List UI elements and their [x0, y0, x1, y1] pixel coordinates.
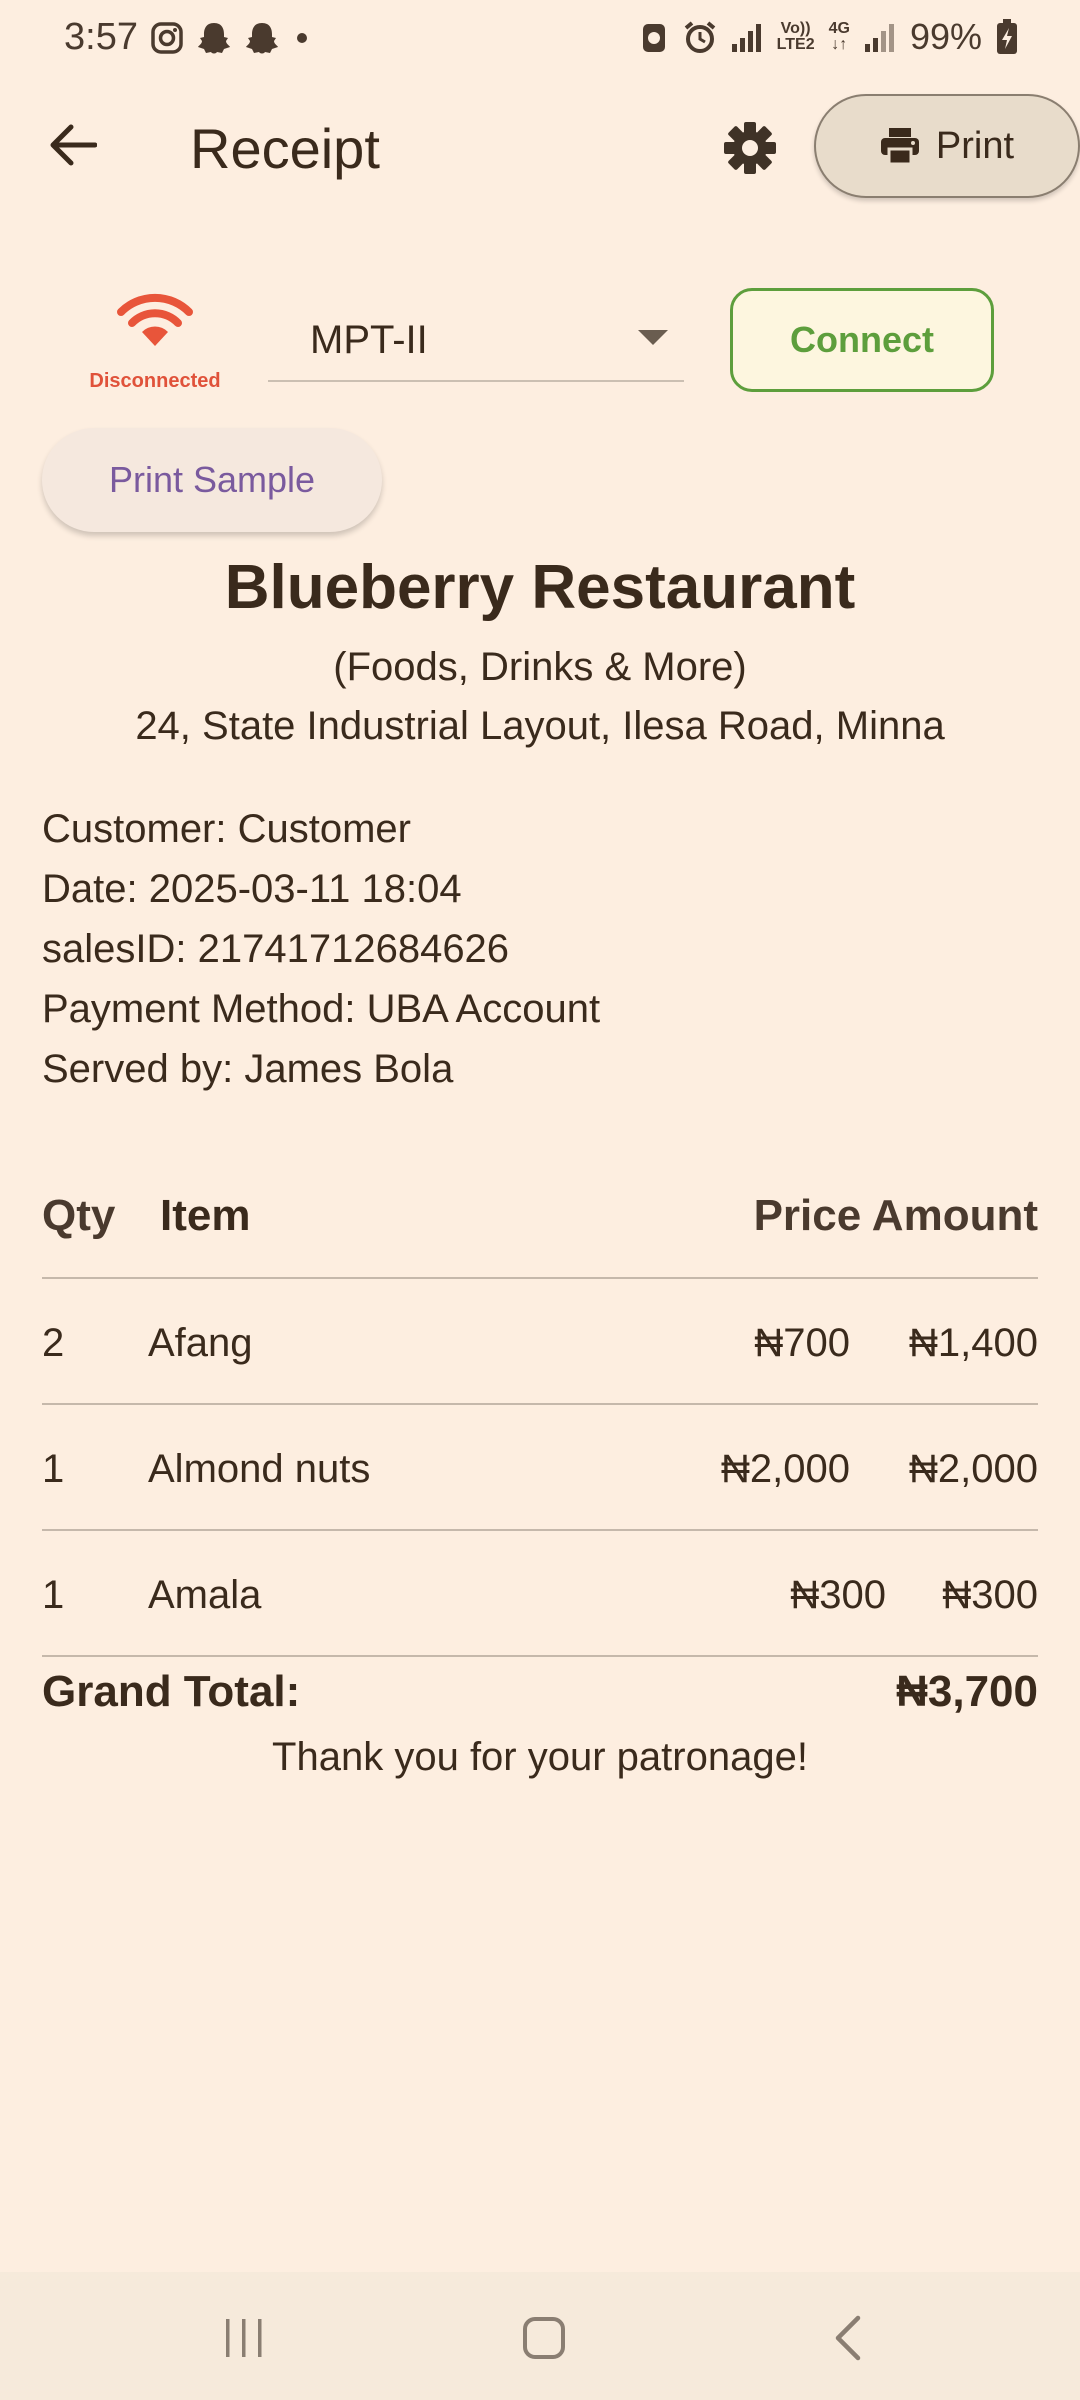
- row-qty: 1: [42, 1447, 65, 1491]
- status-time: 3:57: [64, 16, 138, 58]
- instagram-icon: [150, 21, 184, 55]
- gear-icon: [723, 121, 777, 175]
- print-sample-button[interactable]: Print Sample: [42, 428, 382, 532]
- table-row: 1 Amala ₦300 ₦300: [42, 1531, 1038, 1657]
- row-amount: ₦1,400: [909, 1321, 1038, 1365]
- home-button[interactable]: [514, 2310, 574, 2366]
- receipt-meta: Customer: Customer Date: 2025-03-11 18:0…: [42, 799, 1038, 1099]
- app-bar: Receipt Print: [0, 80, 1080, 210]
- snapchat-icon: [244, 20, 280, 56]
- settings-button[interactable]: [718, 116, 782, 180]
- store-tagline: (Foods, Drinks & More): [333, 645, 747, 689]
- chevron-down-icon: [638, 330, 668, 346]
- row-amount: ₦300: [942, 1573, 1038, 1617]
- connect-button[interactable]: Connect: [730, 288, 994, 392]
- status-bar: 3:57 Vo)) LTE2 4G ↓↑ 99%: [0, 0, 1080, 80]
- header-qty: Qty: [42, 1191, 116, 1240]
- printer-icon: [880, 127, 920, 165]
- home-icon: [521, 2315, 567, 2361]
- header-price-amount: Price Amount: [753, 1191, 1038, 1240]
- recent-apps-icon: [222, 2317, 266, 2359]
- grand-total: Grand Total: ₦3,700: [42, 1665, 1038, 1731]
- row-amount: ₦2,000: [909, 1447, 1038, 1491]
- connection-status: Disconnected: [80, 292, 230, 393]
- items-table-header: Qty Item Price Amount: [42, 1155, 1038, 1279]
- row-price: ₦2,000: [721, 1447, 850, 1491]
- row-item: Afang: [148, 1321, 253, 1365]
- row-item: Amala: [148, 1573, 262, 1617]
- served-by-line: Served by: James Bola: [42, 1047, 454, 1091]
- snapchat-icon: [196, 20, 232, 56]
- back-arrow-icon: [49, 123, 97, 167]
- system-nav-bar: [0, 2272, 1080, 2400]
- print-button-label: Print: [935, 124, 1015, 167]
- thank-you-message: Thank you for your patronage!: [272, 1735, 808, 1779]
- page-title: Receipt: [190, 117, 380, 180]
- dot-icon: [292, 28, 312, 48]
- connection-status-label: Disconnected: [89, 370, 221, 392]
- volte-indicator: Vo)) LTE2: [776, 20, 815, 53]
- grand-total-value: ₦3,700: [896, 1667, 1038, 1716]
- system-icons: Vo)) LTE2 4G ↓↑ 99%: [639, 16, 1018, 58]
- network-type-indicator: 4G ↓↑: [828, 20, 850, 53]
- header-item: Item: [160, 1191, 251, 1240]
- back-button[interactable]: [40, 112, 106, 178]
- grand-total-label: Grand Total:: [42, 1667, 301, 1716]
- system-back-button[interactable]: [818, 2310, 878, 2366]
- date-line: Date: 2025-03-11 18:04: [42, 867, 462, 911]
- receipt: Blueberry Restaurant (Foods, Drinks & Mo…: [42, 548, 1038, 1780]
- battery-charging-icon: [996, 19, 1018, 55]
- customer-line: Customer: Customer: [42, 807, 411, 851]
- recent-apps-button[interactable]: [214, 2310, 274, 2366]
- row-price: ₦300: [790, 1573, 886, 1617]
- table-row: 2 Afang ₦700 ₦1,400: [42, 1279, 1038, 1405]
- printer-device-dropdown[interactable]: MPT-II: [268, 300, 684, 382]
- back-icon: [832, 2315, 864, 2361]
- notification-icons: [150, 20, 312, 56]
- store-name: Blueberry Restaurant: [224, 553, 856, 622]
- wifi-icon: [80, 292, 230, 348]
- row-qty: 2: [42, 1321, 65, 1365]
- selected-device: MPT-II: [310, 317, 428, 362]
- signal-icon: [731, 22, 763, 52]
- row-item: Almond nuts: [148, 1447, 371, 1491]
- bug-icon: [639, 20, 669, 54]
- battery-percent: 99%: [909, 16, 982, 57]
- store-address: 24, State Industrial Layout, Ilesa Road,…: [135, 704, 945, 748]
- table-row: 1 Almond nuts ₦2,000 ₦2,000: [42, 1405, 1038, 1531]
- print-button[interactable]: Print: [814, 94, 1080, 198]
- row-price: ₦700: [754, 1321, 850, 1365]
- payment-method-line: Payment Method: UBA Account: [42, 987, 601, 1031]
- alarm-icon: [683, 20, 717, 54]
- signal-icon: [864, 22, 896, 52]
- row-qty: 1: [42, 1573, 65, 1617]
- sales-id-line: salesID: 21741712684626: [42, 927, 510, 971]
